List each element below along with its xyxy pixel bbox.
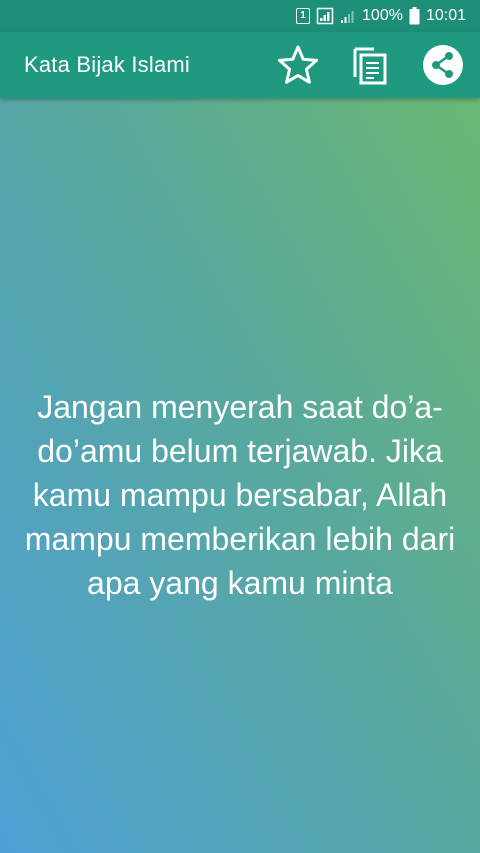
app-title: Kata Bijak Islami [24,52,191,77]
clock: 10:01 [425,7,466,24]
sim-icon: 1 [296,8,311,24]
favorite-button[interactable] [274,41,322,89]
data-sim-icon [316,7,334,25]
battery-percent: 100% [362,7,403,24]
copy-icon [353,47,387,85]
favorite-star-icon [278,45,318,84]
quote-area: Jangan menyerah saat do’a-do’amu belum t… [0,98,480,853]
share-icon [423,45,463,85]
battery-icon [409,7,420,25]
status-bar: 1 100% 10:01 [0,0,480,32]
share-button[interactable] [419,41,467,89]
app-bar: Kata Bijak Islami [0,32,480,98]
signal-icon [340,8,356,24]
copy-button[interactable] [346,41,394,89]
quote-text: Jangan menyerah saat do’a-do’amu belum t… [24,388,456,601]
